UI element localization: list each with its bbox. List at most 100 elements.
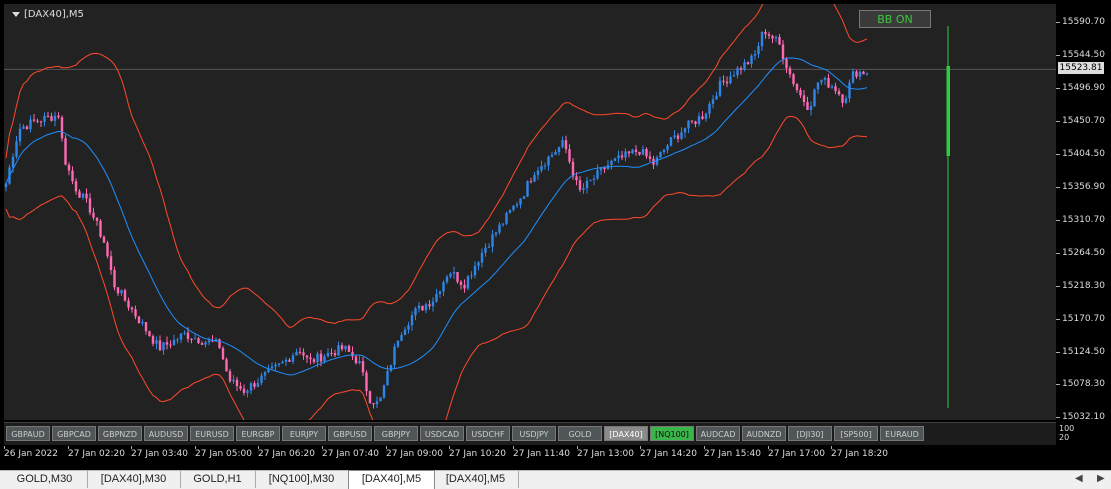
candle-body — [218, 339, 221, 349]
candle-body — [515, 204, 519, 206]
candle-body — [617, 155, 620, 159]
candle-body — [526, 181, 529, 197]
candle-body — [309, 357, 312, 360]
price-tick-label: 15496.90 — [1062, 82, 1105, 93]
candle-body — [543, 165, 547, 167]
candle-body — [708, 103, 711, 114]
candle-body — [722, 80, 725, 82]
symbol-button-audnzd[interactable]: AUDNZD — [742, 426, 786, 441]
candle-body — [372, 403, 375, 405]
symbol-button-dax40[interactable]: [DAX40] — [604, 426, 648, 441]
candle-body — [669, 137, 673, 146]
symbol-button-gbpcad[interactable]: GBPCAD — [52, 426, 96, 441]
chart-tab[interactable]: GOLD,M30 — [2, 471, 88, 488]
symbol-button-eurgbp[interactable]: EURGBP — [236, 426, 280, 441]
candle-body — [183, 332, 186, 334]
chart-tab[interactable]: [NQ100],M30 — [255, 471, 349, 488]
symbol-button-audusd[interactable]: AUDUSD — [144, 426, 188, 441]
candle-body — [809, 106, 813, 110]
triangle-down-icon[interactable] — [12, 11, 20, 17]
candle-body — [757, 46, 760, 55]
symbol-button-gold[interactable]: GOLD — [558, 426, 602, 441]
chart-tab[interactable]: GOLD,H1 — [180, 471, 256, 488]
symbol-button-sp500[interactable]: [SP500] — [834, 426, 878, 441]
candle-body — [519, 198, 522, 205]
candle-body — [711, 99, 715, 104]
symbol-button-eurusd[interactable]: EURUSD — [190, 426, 234, 441]
candle-body — [480, 252, 484, 263]
symbol-button-gbpusd[interactable]: GBPUSD — [328, 426, 372, 441]
candle-body — [431, 301, 435, 307]
candle-body — [43, 115, 46, 122]
candle-body — [207, 340, 211, 343]
symbol-button-euraud[interactable]: EURAUD — [880, 426, 924, 441]
candle-body — [158, 340, 162, 351]
candle-body — [834, 86, 837, 92]
candle-body — [592, 178, 596, 180]
candle-body — [312, 359, 316, 363]
candle-body — [631, 149, 634, 154]
candle-body — [522, 196, 526, 199]
candle-body — [414, 308, 417, 316]
symbol-button-dji30[interactable]: [DJI30] — [788, 426, 832, 441]
symbol-button-gbpaud[interactable]: GBPAUD — [6, 426, 50, 441]
candle-body — [109, 256, 113, 270]
candle-body — [564, 140, 568, 150]
candle-body — [50, 116, 53, 121]
symbol-button-nq100[interactable]: [NQ100] — [650, 426, 694, 441]
candle-body — [361, 361, 365, 373]
price-tick-mark — [1056, 153, 1060, 155]
candle-body — [127, 300, 130, 308]
price-tick-mark — [1056, 285, 1060, 287]
price-tick-mark — [1056, 351, 1060, 353]
symbol-button-usdchf[interactable]: USDCHF — [466, 426, 510, 441]
candle-body — [729, 76, 732, 84]
candle-body — [253, 383, 256, 387]
candle-body — [67, 164, 71, 171]
triangle-left-icon[interactable]: ◀ — [1075, 473, 1083, 484]
sub-axis-label-top: 100 — [1059, 424, 1075, 433]
candle-body — [764, 31, 767, 35]
indicator-thick-bar — [946, 66, 950, 156]
candle-body — [4, 183, 8, 188]
symbol-button-gbpnzd[interactable]: GBPNZD — [98, 426, 142, 441]
chart-title[interactable]: [DAX40],M5 — [12, 9, 84, 21]
chart-tab[interactable]: [DAX40],M5 — [348, 470, 435, 489]
symbol-button-usdcad[interactable]: USDCAD — [420, 426, 464, 441]
price-tick-mark — [1056, 87, 1060, 89]
candle-body — [844, 98, 848, 103]
candle-body — [666, 145, 669, 150]
candle-body — [603, 167, 606, 170]
candle-body — [389, 364, 393, 371]
candle-body — [715, 95, 718, 100]
candle-body — [841, 94, 844, 103]
price-chart[interactable]: [DAX40],M5 BB ON — [4, 4, 1056, 420]
candle-body — [15, 141, 18, 157]
candle-body — [11, 156, 15, 168]
candle-body — [554, 152, 557, 155]
symbol-button-gbpjpy[interactable]: GBPJPY — [374, 426, 418, 441]
candle-body — [435, 293, 438, 302]
chart-window[interactable]: [DAX40],M5 BB ON 15590.70 15544.50 15496.9… — [0, 0, 1111, 470]
symbol-button-audcad[interactable]: AUDCAD — [696, 426, 740, 441]
candle-body — [659, 152, 662, 158]
candle-body — [333, 353, 337, 356]
symbol-button-usdjpy[interactable]: USDJPY — [512, 426, 556, 441]
symbol-button-eurjpy[interactable]: EURJPY — [282, 426, 326, 441]
time-tick-label: 27 Jan 06:20 — [258, 449, 315, 459]
candle-body — [732, 75, 736, 77]
bb-toggle-button[interactable]: BB ON — [859, 10, 931, 28]
triangle-right-icon[interactable]: ▶ — [1097, 473, 1105, 484]
candle-body — [529, 181, 533, 183]
candle-body — [347, 345, 351, 352]
candle-body — [827, 77, 830, 88]
chart-tab[interactable]: [DAX40],M30 — [87, 471, 181, 488]
candle-body — [498, 224, 501, 233]
candle-body — [32, 119, 36, 121]
chart-tab[interactable]: [DAX40],M5 — [433, 471, 519, 488]
price-tick-mark — [1056, 318, 1060, 320]
candle-body — [134, 309, 137, 317]
candle-body — [200, 343, 204, 345]
candle-body — [781, 44, 785, 60]
candlestick-chart — [4, 4, 1056, 420]
